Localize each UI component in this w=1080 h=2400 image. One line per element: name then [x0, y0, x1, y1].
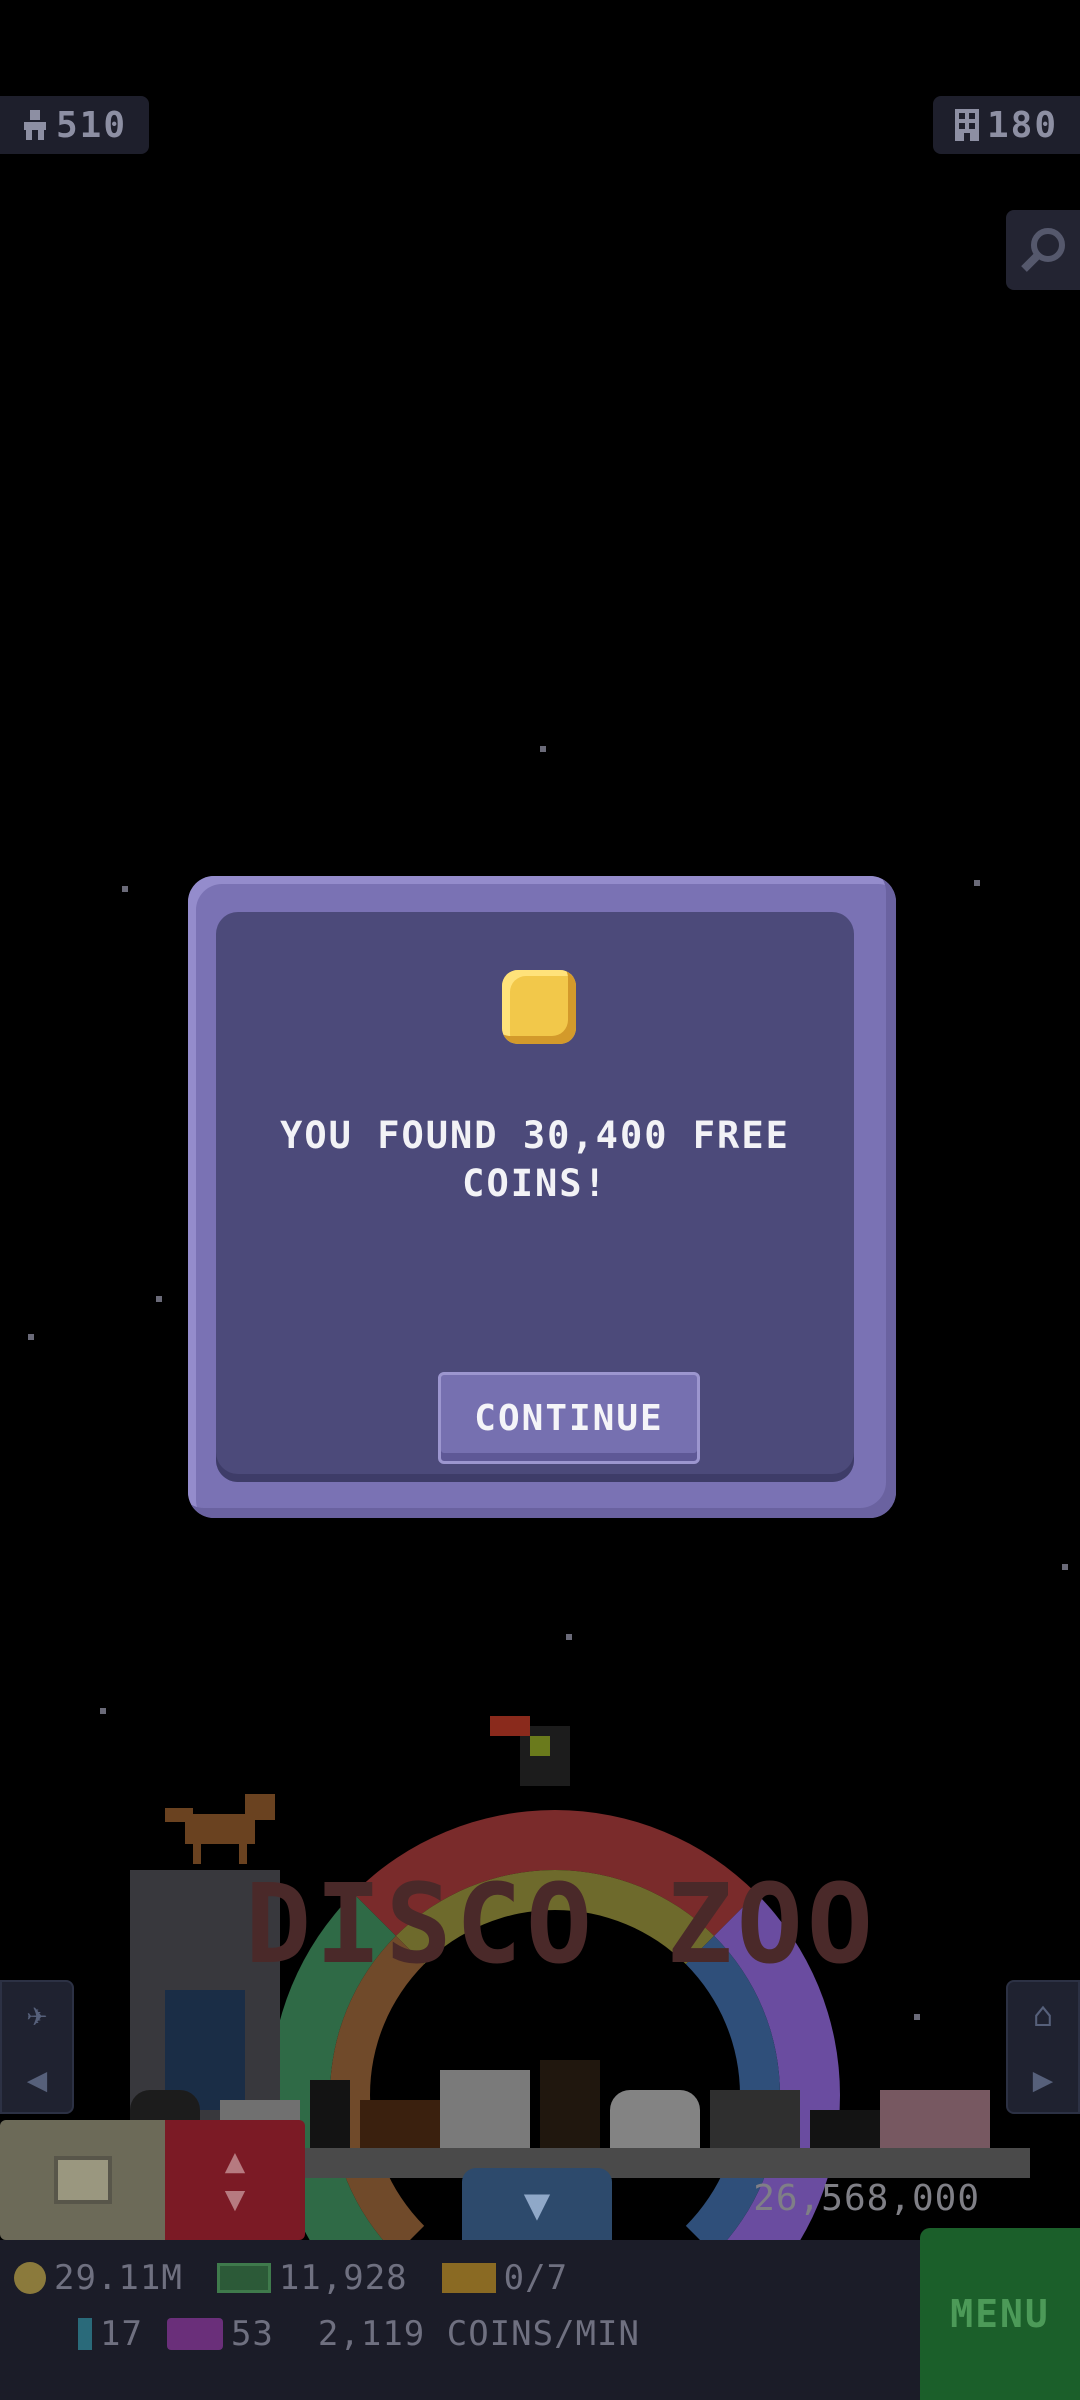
- coin-balance: 29.11M: [54, 2258, 183, 2298]
- arrow-left-icon: ◀: [26, 2059, 48, 2100]
- free-coins-dialog: YOU FOUND 30,400 FREE COINS! CONTINUE: [188, 876, 896, 1518]
- visitor-count: 510: [56, 104, 128, 146]
- arrow-right-icon: ▶: [1032, 2059, 1054, 2100]
- ticket-count: 0/7: [503, 2258, 569, 2298]
- magnifier-icon: [1021, 228, 1065, 272]
- ticket-icon: [441, 2263, 496, 2293]
- coin-rate: 2,119 COINS/MIN: [317, 2314, 640, 2354]
- dialog-message: YOU FOUND 30,400 FREE COINS!: [280, 1114, 790, 1205]
- disco-zoo-logo: DISCO ZOO: [245, 1860, 878, 1988]
- cash-icon: [216, 2263, 271, 2293]
- arrow-up-icon: ▲: [224, 2141, 246, 2181]
- resource-row-top: 29.11M 11,928 0/7: [14, 2258, 568, 2298]
- fox-icon: [165, 1794, 275, 1864]
- person-icon: [24, 110, 46, 140]
- resource-row-bottom: 17 53 2,119 COINS/MIN: [78, 2314, 640, 2354]
- building-count: 180: [986, 104, 1058, 146]
- house-icon: ⌂: [1032, 1994, 1054, 2035]
- search-button[interactable]: [1006, 210, 1080, 290]
- dialog-body: YOU FOUND 30,400 FREE COINS! CONTINUE: [216, 912, 854, 1482]
- total-visitors-count: 26,568,000: [753, 2178, 980, 2219]
- coin-icon: [502, 970, 576, 1044]
- menu-button[interactable]: MENU: [920, 2228, 1080, 2400]
- gem-icon: [78, 2318, 92, 2350]
- right-nav-button[interactable]: ⌂ ▶: [1006, 1980, 1080, 2114]
- visitor-counter-badge: 510: [0, 96, 150, 154]
- toucan-icon: [490, 1716, 570, 1786]
- resource-bar: 29.11M 11,928 0/7 17 53 2,119 COINS/MIN: [0, 2240, 1080, 2400]
- crate-icon: [53, 2156, 112, 2204]
- cash-balance: 11,928: [278, 2258, 408, 2298]
- arrow-down-icon: ▼: [224, 2179, 246, 2219]
- left-nav-button[interactable]: ✈ ◀: [0, 1980, 74, 2114]
- tv-icon: [166, 2318, 223, 2350]
- collapse-tab-button[interactable]: ▼: [462, 2168, 612, 2240]
- coin-icon: [14, 2262, 46, 2294]
- continue-button[interactable]: CONTINUE: [438, 1372, 700, 1464]
- building-icon: [954, 109, 979, 141]
- tv-count: 53: [230, 2314, 274, 2354]
- shop-crate-button[interactable]: [0, 2120, 165, 2240]
- plane-icon: ✈: [26, 1994, 48, 2035]
- chevron-down-icon: ▼: [523, 2178, 551, 2230]
- building-counter-badge: 180: [932, 96, 1080, 154]
- gem-count: 17: [100, 2314, 143, 2354]
- sort-button[interactable]: ▲ ▼: [165, 2120, 305, 2240]
